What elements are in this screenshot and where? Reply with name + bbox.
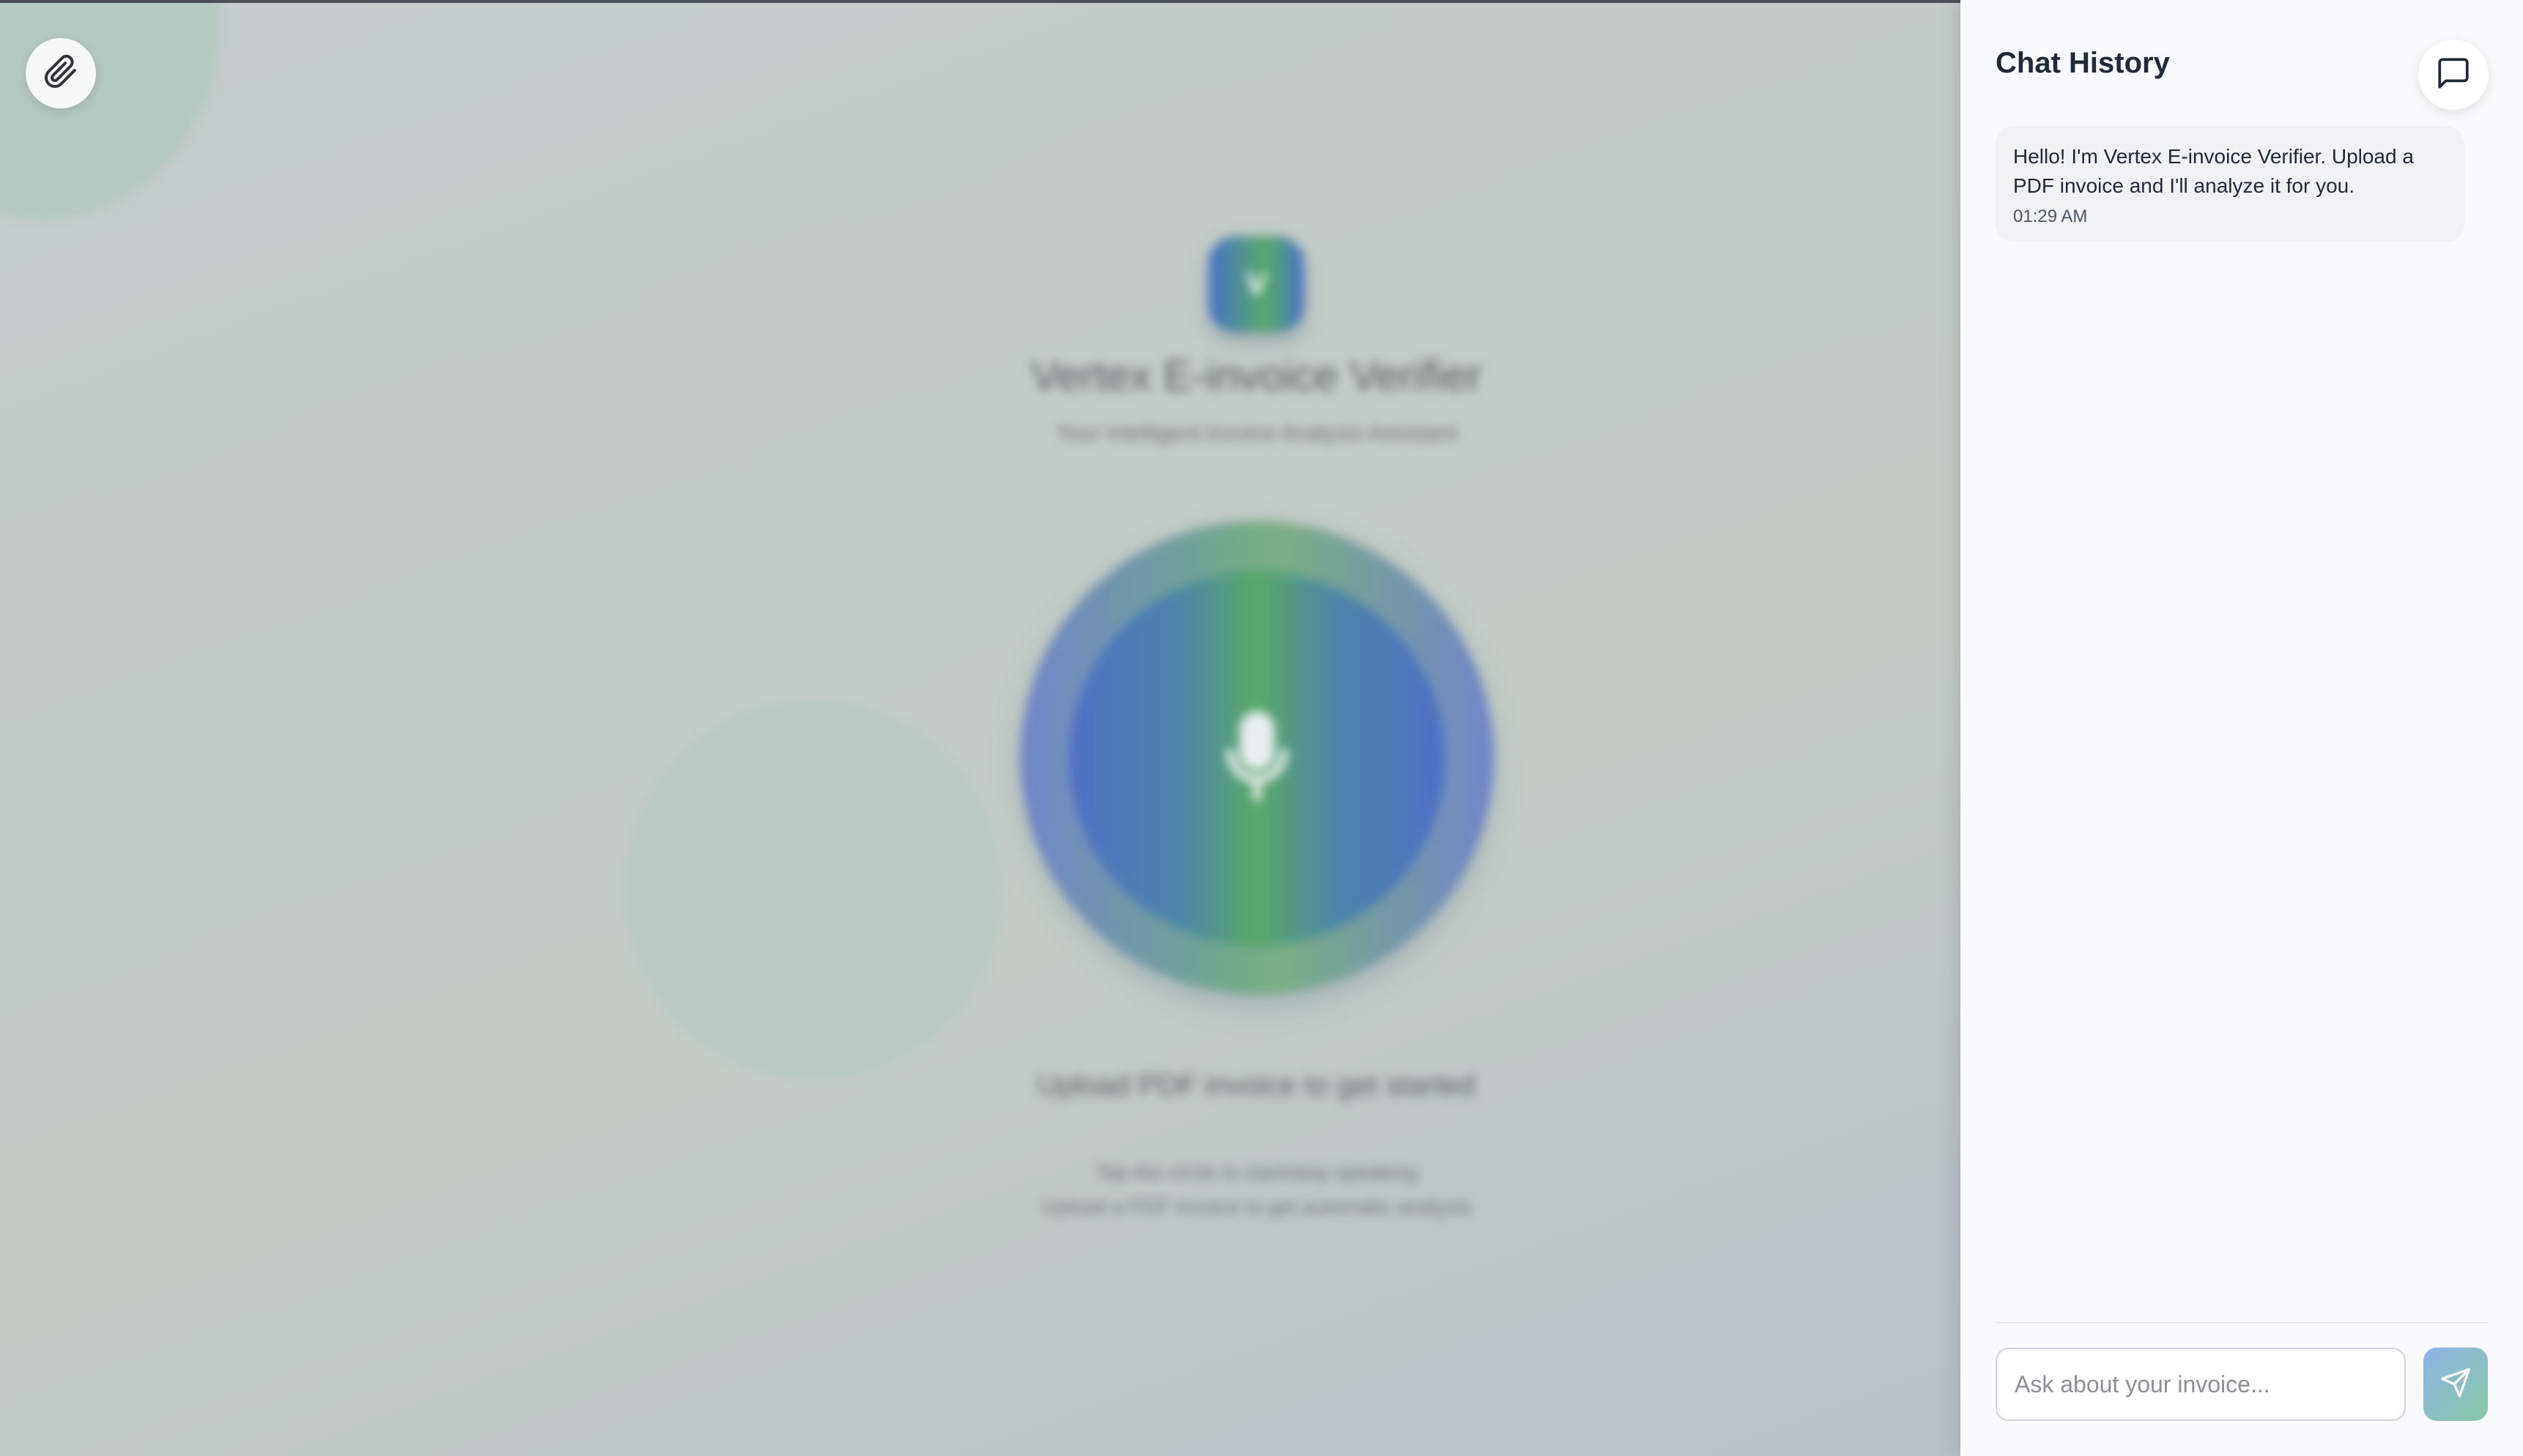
message-timestamp: 01:29 AM: [2013, 207, 2088, 226]
message-text: Hello! I'm Vertex E-invoice Verifier. Up…: [2013, 145, 2414, 197]
send-button[interactable]: [2423, 1348, 2488, 1421]
brand-initial: V: [1245, 266, 1267, 302]
voice-stage: V Vertex E-invoice Verifier Your Intelli…: [0, 0, 1960, 1456]
hint-text: Tap the circle to start/stop speaking: [1095, 1161, 1418, 1184]
chat-toggle-button[interactable]: [2418, 40, 2489, 110]
message-input[interactable]: [1996, 1348, 2406, 1421]
chat-bubble-icon: [2435, 55, 2472, 95]
chat-history-title: Chat History: [1996, 47, 2170, 79]
hint-text: Upload a PDF invoice to get automatic an…: [1041, 1195, 1472, 1218]
brand-logo: V: [1209, 237, 1304, 332]
chat-history-panel: Chat History Hello! I'm Vertex E-invoice…: [1960, 0, 2523, 1456]
app-subtitle: Your Intelligent Invoice Analysis Assist…: [1056, 421, 1457, 445]
microphone-icon: [1217, 710, 1297, 809]
app-title: Vertex E-invoice Verifier: [1031, 352, 1482, 400]
status-text: Upload PDF invoice to get started: [1037, 1069, 1476, 1102]
paperclip-icon: [43, 54, 78, 93]
composer-divider: [1996, 1322, 2488, 1323]
send-icon: [2439, 1367, 2472, 1403]
blurred-center-content: V Vertex E-invoice Verifier Your Intelli…: [0, 0, 1960, 1456]
chat-message: Hello! I'm Vertex E-invoice Verifier. Up…: [1996, 126, 2464, 242]
app-window: V Vertex E-invoice Verifier Your Intelli…: [0, 0, 2523, 1456]
voice-button[interactable]: [1070, 571, 1445, 946]
attach-file-button[interactable]: [26, 38, 96, 108]
top-border: [0, 0, 1960, 3]
